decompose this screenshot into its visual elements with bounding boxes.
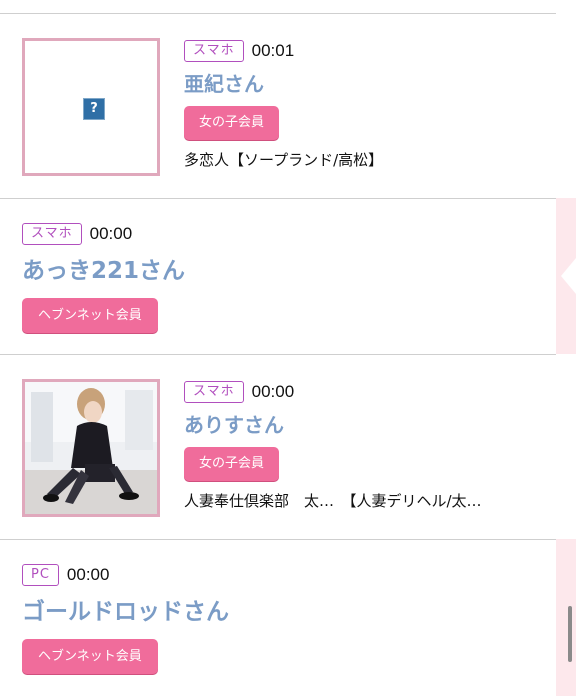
device-badge: スマホ [22, 222, 82, 245]
access-history-list: ? スマホ 00:01 亜紀さん 女の子会員 多恋人【ソープランド/高松】 スマ… [0, 0, 576, 696]
side-tab[interactable] [556, 539, 576, 696]
list-item[interactable]: スマホ 00:00 ありすさん 女の子会員 人妻奉仕倶楽部 太… 【人妻デリヘル… [0, 354, 556, 539]
entry-info: PC 00:00 ゴールドロッドさん ヘブンネット会員 [22, 562, 550, 674]
device-badge: PC [22, 563, 59, 586]
entry-info: スマホ 00:01 亜紀さん 女の子会員 多恋人【ソープランド/高松】 [184, 38, 550, 170]
list-item[interactable]: PC 00:00 ゴールドロッドさん ヘブンネット会員 [0, 539, 556, 696]
access-time: 00:00 [251, 381, 295, 401]
member-type-badge: 女の子会員 [184, 106, 280, 140]
user-name[interactable]: 亜紀さん [184, 69, 550, 99]
scrollbar[interactable] [568, 606, 572, 662]
profile-photo [25, 382, 157, 514]
device-badge: スマホ [184, 39, 244, 62]
list-item[interactable]: ? スマホ 00:01 亜紀さん 女の子会員 多恋人【ソープランド/高松】 [0, 13, 556, 198]
access-time: 00:00 [89, 223, 133, 243]
profile-thumbnail[interactable] [22, 379, 160, 517]
shop-name[interactable]: 多恋人【ソープランド/高松】 [184, 149, 550, 170]
shop-name[interactable]: 人妻奉仕倶楽部 太… 【人妻デリヘル/太… [184, 490, 550, 511]
access-time: 00:00 [66, 564, 110, 584]
access-time: 00:01 [251, 40, 295, 60]
list-item[interactable]: スマホ 00:00 あっき221さん ヘブンネット会員 [0, 198, 556, 354]
user-name[interactable]: ゴールドロッドさん [22, 595, 550, 629]
entry-info: スマホ 00:00 あっき221さん ヘブンネット会員 [22, 221, 550, 333]
member-type-badge: ヘブンネット会員 [22, 298, 158, 333]
member-type-badge: 女の子会員 [184, 447, 280, 481]
profile-thumbnail[interactable]: ? [22, 38, 160, 176]
chevron-left-icon [561, 258, 576, 294]
side-tab[interactable] [556, 198, 576, 354]
entry-info: スマホ 00:00 ありすさん 女の子会員 人妻奉仕倶楽部 太… 【人妻デリヘル… [184, 379, 550, 511]
broken-image-icon: ? [83, 98, 105, 120]
member-type-badge: ヘブンネット会員 [22, 639, 158, 674]
device-badge: スマホ [184, 380, 244, 403]
user-name[interactable]: ありすさん [184, 410, 550, 440]
user-name[interactable]: あっき221さん [22, 254, 550, 288]
